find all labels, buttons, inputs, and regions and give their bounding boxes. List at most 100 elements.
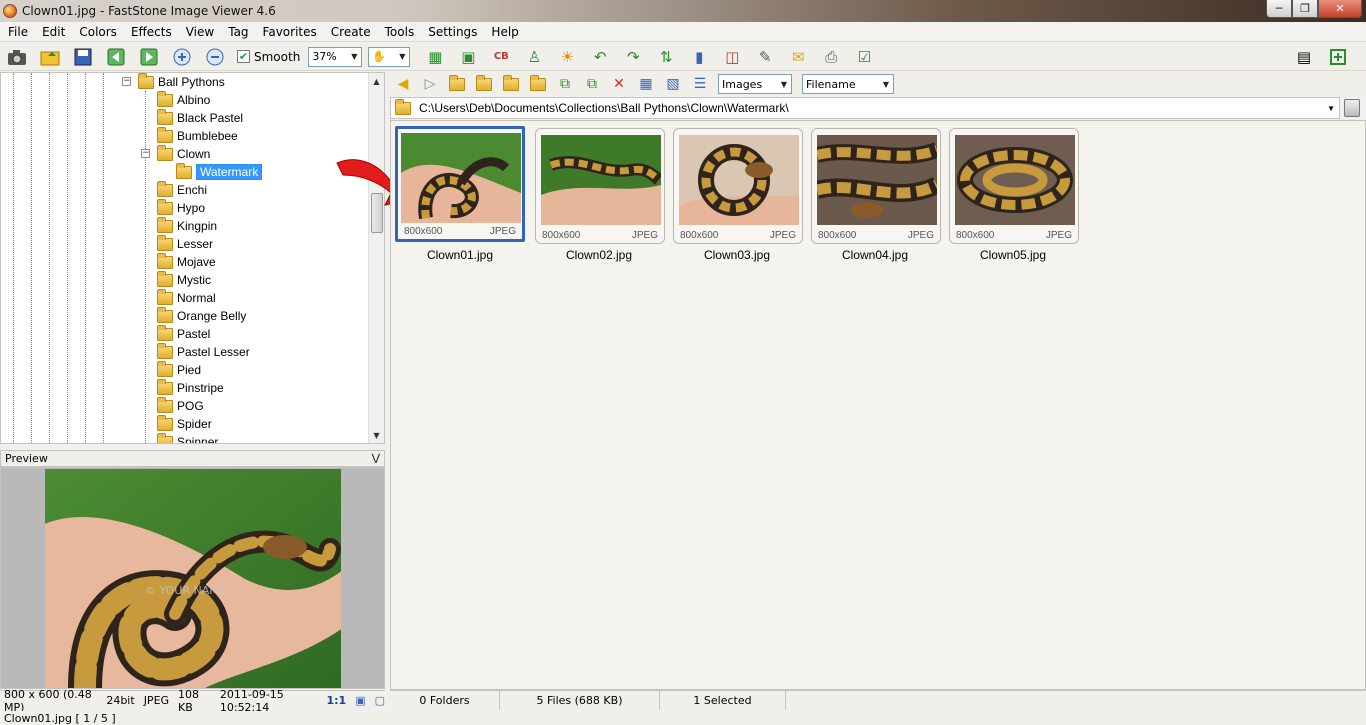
tree-item[interactable]: Albino — [157, 90, 210, 109]
thumbnail-item[interactable]: 800x600 JPEG — [949, 128, 1079, 244]
draw-icon[interactable]: ✎ — [754, 46, 776, 68]
brightness-icon[interactable]: ☀ — [556, 46, 578, 68]
tree-item[interactable]: Hypo — [157, 198, 205, 217]
tree-item-clown[interactable]: Clown — [157, 144, 210, 163]
tree-scrollbar[interactable]: ▲ ▼ — [368, 73, 384, 443]
thumbnail-item[interactable]: 800x600 JPEG — [673, 128, 803, 244]
crop-icon[interactable]: ▣ — [457, 46, 479, 68]
tree-item[interactable]: Lesser — [157, 234, 213, 253]
layout-icon[interactable]: ▤ — [1293, 46, 1315, 68]
hand-tool-select[interactable]: ✋ ▼ — [368, 46, 411, 67]
print-icon[interactable]: ⎙ — [820, 46, 842, 68]
chevron-down-icon[interactable]: ▼ — [1327, 104, 1335, 113]
tree-item[interactable]: Orange Belly — [157, 306, 246, 325]
menu-favorites[interactable]: Favorites — [255, 25, 323, 39]
camera-icon[interactable] — [6, 46, 28, 68]
menu-tools[interactable]: Tools — [377, 25, 421, 39]
zoom-select[interactable]: 37% ▼ — [308, 46, 363, 67]
tree-item[interactable]: Bumblebee — [157, 126, 238, 145]
back-arrow-icon[interactable]: ◀ — [394, 75, 412, 93]
folder-up-icon[interactable] — [448, 74, 466, 93]
batch-icon[interactable]: ☑ — [853, 46, 875, 68]
refresh-folder-icon[interactable] — [475, 74, 493, 93]
close-button[interactable]: ✕ — [1318, 0, 1362, 18]
fit-icon[interactable]: ▣ — [355, 694, 365, 707]
copy-to-icon[interactable]: ⧉ — [556, 75, 574, 93]
scroll-down-icon[interactable]: ▼ — [369, 427, 384, 443]
minimize-button[interactable]: ─ — [1266, 0, 1292, 18]
collapse-icon[interactable]: − — [122, 77, 131, 86]
tree-item[interactable]: Kingpin — [157, 216, 217, 235]
fullscreen-icon[interactable] — [1327, 46, 1349, 68]
thumbnail-item[interactable]: 800x600 JPEG — [535, 128, 665, 244]
thumbnail-item[interactable]: 800x600 JPEG — [811, 128, 941, 244]
path-bar[interactable]: C:\Users\Deb\Documents\Collections\Ball … — [390, 97, 1340, 119]
sort-select[interactable]: Filename ▼ — [802, 74, 894, 94]
flip-icon[interactable]: ⇅ — [655, 46, 677, 68]
tree-item-ball-pythons[interactable]: Ball Pythons — [138, 73, 225, 91]
tree-item[interactable]: Mystic — [157, 270, 211, 289]
grid-view-icon[interactable]: ▧ — [664, 75, 682, 93]
trash-icon[interactable] — [1344, 99, 1360, 117]
thumbnail-filename[interactable]: Clown03.jpg — [668, 248, 806, 262]
tree-item[interactable]: Pinstripe — [157, 378, 224, 397]
tree-item[interactable]: Pastel Lesser — [157, 342, 250, 361]
menu-create[interactable]: Create — [323, 25, 377, 39]
email-icon[interactable]: ✉ — [787, 46, 809, 68]
tree-item[interactable]: POG — [157, 396, 204, 415]
zoom-in-icon[interactable] — [171, 46, 193, 68]
menu-file[interactable]: File — [0, 25, 34, 39]
path-text: C:\Users\Deb\Documents\Collections\Ball … — [419, 101, 789, 115]
rotate-left-icon[interactable]: ↶ — [589, 46, 611, 68]
open-folder-icon[interactable] — [39, 46, 61, 68]
collapse-icon[interactable]: − — [141, 149, 150, 158]
menu-colors[interactable]: Colors — [71, 25, 123, 39]
tree-item[interactable]: Pastel — [157, 324, 210, 343]
thumbnail-filename[interactable]: Clown05.jpg — [944, 248, 1082, 262]
stamp-icon[interactable]: ♙ — [523, 46, 545, 68]
tree-item[interactable]: Spinner — [157, 432, 218, 443]
folder-tree[interactable]: − Ball Pythons Albino Black Pastel Bumbl… — [0, 72, 385, 444]
rgb-icon[interactable]: CB — [490, 46, 512, 68]
check-icon[interactable]: ✔ — [237, 50, 250, 63]
new-folder-icon[interactable] — [529, 74, 547, 93]
list-view-icon[interactable]: ☰ — [691, 75, 709, 93]
tree-item[interactable]: Mojave — [157, 252, 216, 271]
tree-item[interactable]: Black Pastel — [157, 108, 243, 127]
next-icon[interactable] — [138, 46, 160, 68]
tree-item-watermark[interactable]: Watermark — [176, 162, 263, 181]
fullscreen-icon[interactable]: ▢ — [375, 694, 385, 707]
thumb-view-icon[interactable]: ▦ — [637, 75, 655, 93]
rotate-right-icon[interactable]: ↷ — [622, 46, 644, 68]
tree-item[interactable]: Pied — [157, 360, 201, 379]
save-icon[interactable] — [72, 46, 94, 68]
menu-settings[interactable]: Settings — [420, 25, 483, 39]
thumbnail-filename[interactable]: Clown04.jpg — [806, 248, 944, 262]
tree-item[interactable]: Enchi — [157, 180, 207, 199]
prev-icon[interactable] — [105, 46, 127, 68]
actual-size-button[interactable]: 1:1 — [326, 694, 346, 707]
thumbnail-filename[interactable]: Clown02.jpg — [530, 248, 668, 262]
maximize-button[interactable]: ❐ — [1292, 0, 1318, 18]
menu-view[interactable]: View — [178, 25, 220, 39]
tree-item[interactable]: Spider — [157, 414, 212, 433]
forward-arrow-icon[interactable]: ▷ — [421, 75, 439, 93]
compare-icon[interactable]: ◫ — [721, 46, 743, 68]
thumbnail-filename[interactable]: Clown01.jpg — [391, 248, 529, 262]
menu-help[interactable]: Help — [483, 25, 524, 39]
zoom-out-icon[interactable] — [204, 46, 226, 68]
scroll-up-icon[interactable]: ▲ — [369, 73, 384, 89]
slideshow-icon[interactable]: ▮ — [688, 46, 710, 68]
delete-icon[interactable]: ✕ — [610, 75, 628, 93]
move-to-icon[interactable]: ⧉ — [583, 75, 601, 93]
favorite-folder-icon[interactable] — [502, 74, 520, 93]
tree-item[interactable]: Normal — [157, 288, 216, 307]
collapse-chevron-icon[interactable]: ⋁ — [372, 453, 380, 464]
smooth-toggle[interactable]: ✔ Smooth — [237, 50, 300, 64]
filter-select[interactable]: Images ▼ — [718, 74, 792, 94]
menu-tag[interactable]: Tag — [220, 25, 254, 39]
thumbnail-item[interactable]: 800x600 JPEG — [395, 126, 525, 242]
menu-edit[interactable]: Edit — [34, 25, 71, 39]
menu-effects[interactable]: Effects — [123, 25, 178, 39]
acquire-icon[interactable]: ▦ — [424, 46, 446, 68]
